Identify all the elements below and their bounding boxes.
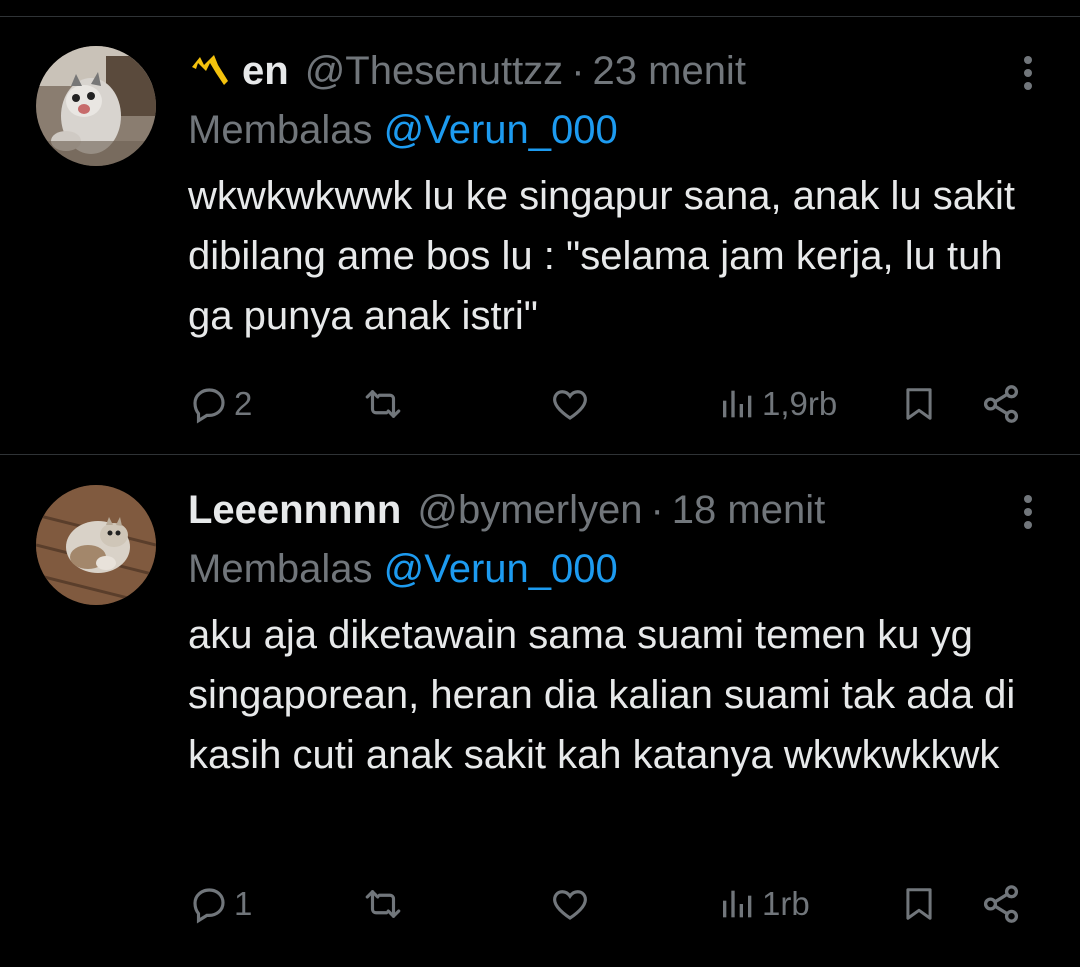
retweet-button[interactable] — [360, 879, 406, 929]
tweet-header: en @Thesenuttzz · 23 menit — [188, 46, 746, 96]
tweet-text: wkwkwkwwk lu ke singapur sana, anak lu s… — [188, 174, 1016, 338]
replying-to: Membalas @Verun_000 — [188, 547, 618, 592]
display-name[interactable]: en — [188, 49, 289, 94]
reply-mention-link[interactable]: @Verun_000 — [384, 547, 618, 591]
timestamp[interactable]: 23 menit — [593, 49, 746, 94]
display-name-text: en — [242, 48, 289, 93]
tweet-reply[interactable]: en @Thesenuttzz · 23 menit Membalas @Ver… — [0, 16, 1080, 455]
avatar[interactable] — [36, 485, 156, 605]
tweet-header: Leeennnnn @bymerlyen · 18 menit — [188, 485, 825, 535]
user-handle[interactable]: @Thesenuttzz — [305, 49, 564, 94]
heart-icon — [553, 890, 587, 920]
view-count: 1rb — [762, 885, 810, 922]
retweet-icon — [365, 390, 401, 418]
reply-icon — [193, 888, 225, 924]
reply-prefix: Membalas — [188, 547, 373, 591]
like-button[interactable] — [548, 879, 592, 929]
heart-icon — [553, 390, 587, 420]
reply-prefix: Membalas — [188, 108, 373, 152]
reply-button[interactable]: 2 — [188, 379, 252, 429]
more-options-icon[interactable] — [1022, 56, 1034, 96]
sparkle-emoji-icon — [192, 55, 228, 85]
share-icon — [983, 885, 1019, 923]
views-button[interactable]: 1,9rb — [718, 379, 837, 429]
more-options-icon[interactable] — [1022, 495, 1034, 535]
separator-dot: · — [571, 48, 585, 93]
view-count: 1,9rb — [762, 385, 838, 422]
bookmark-icon — [906, 388, 932, 420]
avatar[interactable] — [36, 46, 156, 166]
replying-to: Membalas @Verun_000 — [188, 108, 618, 153]
reply-mention-link[interactable]: @Verun_000 — [384, 108, 618, 152]
bookmark-button[interactable] — [900, 879, 938, 929]
reply-button[interactable]: 1 — [188, 879, 252, 929]
bookmark-icon — [906, 888, 932, 920]
reply-count: 2 — [234, 385, 253, 422]
share-button[interactable] — [980, 379, 1022, 429]
reply-count: 1 — [234, 885, 253, 922]
separator-dot: · — [650, 487, 664, 532]
tweet-actions: 1 1rb — [188, 879, 1038, 929]
views-button[interactable]: 1rb — [718, 879, 810, 929]
tweet-actions: 2 1,9rb — [188, 379, 1038, 429]
bookmark-button[interactable] — [900, 379, 938, 429]
retweet-button[interactable] — [360, 379, 406, 429]
timestamp[interactable]: 18 menit — [672, 488, 825, 533]
analytics-icon — [723, 890, 752, 918]
display-name[interactable]: Leeennnnn — [188, 488, 401, 533]
analytics-icon — [723, 390, 752, 418]
tweet-text: aku aja diketawain sama suami temen ku y… — [188, 613, 1016, 777]
top-divider — [0, 0, 1080, 17]
tweet-reply[interactable]: Leeennnnn @bymerlyen · 18 menit Membalas… — [0, 455, 1080, 967]
user-handle[interactable]: @bymerlyen — [417, 488, 642, 533]
reply-icon — [193, 388, 225, 424]
share-button[interactable] — [980, 879, 1022, 929]
like-button[interactable] — [548, 379, 592, 429]
share-icon — [983, 385, 1019, 423]
retweet-icon — [365, 890, 401, 918]
